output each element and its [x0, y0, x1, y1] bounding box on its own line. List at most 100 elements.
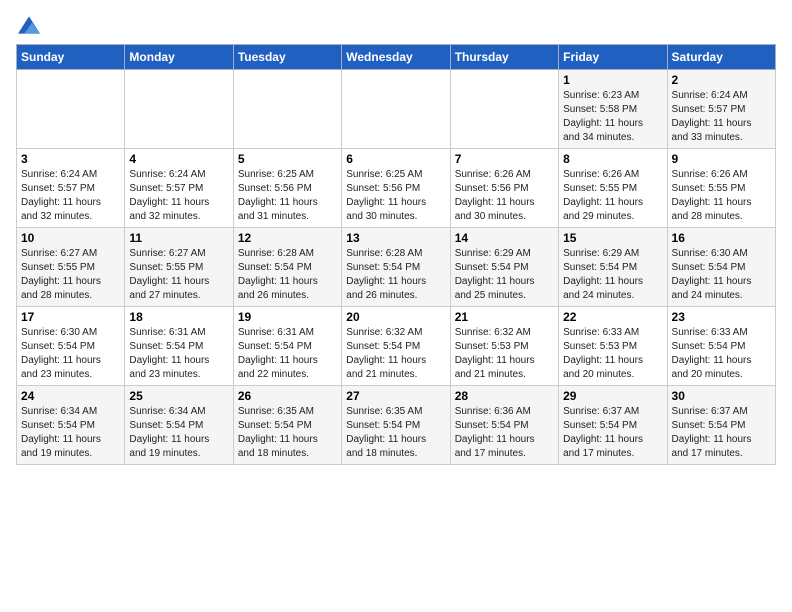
calendar-cell: 7 Sunrise: 6:26 AM Sunset: 5:56 PM Daylig…: [450, 149, 558, 228]
calendar-cell: [233, 70, 341, 149]
calendar-cell: 8 Sunrise: 6:26 AM Sunset: 5:55 PM Daylig…: [559, 149, 667, 228]
calendar-cell: 19Sunrise: 6:31 AM Sunset: 5:54 PM Dayli…: [233, 307, 341, 386]
weekday-header-monday: Monday: [125, 45, 233, 70]
calendar-header: SundayMondayTuesdayWednesdayThursdayFrid…: [17, 45, 776, 70]
day-info: Sunrise: 6:27 AM Sunset: 5:55 PM Dayligh…: [129, 247, 228, 303]
calendar-cell: 6Sunrise: 6:25 AM Sunset: 5:56 PM Daylig…: [342, 149, 450, 228]
day-info: Sunrise: 6:28 AM Sunset: 5:54 PM Dayligh…: [238, 247, 337, 303]
day-number: 26: [238, 389, 337, 403]
calendar-cell: 14 Sunrise: 6:29 AM Sunset: 5:54 PM Dayli…: [450, 228, 558, 307]
day-number: 8: [563, 152, 662, 166]
day-info: Sunrise: 6:34 AM Sunset: 5:54 PM Dayligh…: [21, 405, 120, 461]
calendar-cell: 1 Sunrise: 6:23 AM Sunset: 5:58 PM Daylig…: [559, 70, 667, 149]
calendar-cell: [17, 70, 125, 149]
day-info: Sunrise: 6:29 AM Sunset: 5:54 PM Dayligh…: [455, 247, 554, 303]
calendar-cell: 20Sunrise: 6:32 AM Sunset: 5:54 PM Dayli…: [342, 307, 450, 386]
calendar-cell: 24 Sunrise: 6:34 AM Sunset: 5:54 PM Dayli…: [17, 386, 125, 465]
day-info: Sunrise: 6:29 AM Sunset: 5:54 PM Dayligh…: [563, 247, 662, 303]
day-number: 18: [129, 310, 228, 324]
calendar-week-1: 1 Sunrise: 6:23 AM Sunset: 5:58 PM Daylig…: [17, 70, 776, 149]
day-number: 17: [21, 310, 120, 324]
weekday-header-friday: Friday: [559, 45, 667, 70]
calendar-cell: 22Sunrise: 6:33 AM Sunset: 5:53 PM Dayli…: [559, 307, 667, 386]
calendar-cell: 28 Sunrise: 6:36 AM Sunset: 5:54 PM Dayli…: [450, 386, 558, 465]
logo-icon: [18, 16, 40, 34]
day-number: 29: [563, 389, 662, 403]
weekday-header-wednesday: Wednesday: [342, 45, 450, 70]
day-info: Sunrise: 6:26 AM Sunset: 5:55 PM Dayligh…: [563, 168, 662, 224]
day-info: Sunrise: 6:25 AM Sunset: 5:56 PM Dayligh…: [238, 168, 337, 224]
day-info: Sunrise: 6:24 AM Sunset: 5:57 PM Dayligh…: [21, 168, 120, 224]
day-number: 7: [455, 152, 554, 166]
day-info: Sunrise: 6:26 AM Sunset: 5:56 PM Dayligh…: [455, 168, 554, 224]
page: SundayMondayTuesdayWednesdayThursdayFrid…: [0, 0, 792, 475]
calendar-cell: 13 Sunrise: 6:28 AM Sunset: 5:54 PM Dayli…: [342, 228, 450, 307]
day-number: 28: [455, 389, 554, 403]
day-info: Sunrise: 6:24 AM Sunset: 5:57 PM Dayligh…: [672, 89, 771, 145]
day-info: Sunrise: 6:28 AM Sunset: 5:54 PM Dayligh…: [346, 247, 445, 303]
calendar-cell: 30 Sunrise: 6:37 AM Sunset: 5:54 PM Dayli…: [667, 386, 775, 465]
day-info: Sunrise: 6:34 AM Sunset: 5:54 PM Dayligh…: [129, 405, 228, 461]
day-info: Sunrise: 6:23 AM Sunset: 5:58 PM Dayligh…: [563, 89, 662, 145]
day-number: 9: [672, 152, 771, 166]
weekday-header-saturday: Saturday: [667, 45, 775, 70]
day-number: 19: [238, 310, 337, 324]
calendar: SundayMondayTuesdayWednesdayThursdayFrid…: [16, 44, 776, 465]
calendar-week-4: 17Sunrise: 6:30 AM Sunset: 5:54 PM Dayli…: [17, 307, 776, 386]
weekday-row: SundayMondayTuesdayWednesdayThursdayFrid…: [17, 45, 776, 70]
day-info: Sunrise: 6:31 AM Sunset: 5:54 PM Dayligh…: [129, 326, 228, 382]
day-info: Sunrise: 6:32 AM Sunset: 5:53 PM Dayligh…: [455, 326, 554, 382]
calendar-cell: 5Sunrise: 6:25 AM Sunset: 5:56 PM Daylig…: [233, 149, 341, 228]
weekday-header-thursday: Thursday: [450, 45, 558, 70]
calendar-body: 1 Sunrise: 6:23 AM Sunset: 5:58 PM Daylig…: [17, 70, 776, 465]
day-info: Sunrise: 6:37 AM Sunset: 5:54 PM Dayligh…: [672, 405, 771, 461]
day-info: Sunrise: 6:37 AM Sunset: 5:54 PM Dayligh…: [563, 405, 662, 461]
day-info: Sunrise: 6:33 AM Sunset: 5:53 PM Dayligh…: [563, 326, 662, 382]
calendar-week-5: 24 Sunrise: 6:34 AM Sunset: 5:54 PM Dayli…: [17, 386, 776, 465]
calendar-cell: [342, 70, 450, 149]
calendar-cell: 10 Sunrise: 6:27 AM Sunset: 5:55 PM Dayli…: [17, 228, 125, 307]
day-number: 1: [563, 73, 662, 87]
day-number: 10: [21, 231, 120, 245]
day-info: Sunrise: 6:26 AM Sunset: 5:55 PM Dayligh…: [672, 168, 771, 224]
calendar-cell: 17Sunrise: 6:30 AM Sunset: 5:54 PM Dayli…: [17, 307, 125, 386]
calendar-week-2: 3Sunrise: 6:24 AM Sunset: 5:57 PM Daylig…: [17, 149, 776, 228]
calendar-cell: [125, 70, 233, 149]
day-number: 16: [672, 231, 771, 245]
day-info: Sunrise: 6:30 AM Sunset: 5:54 PM Dayligh…: [672, 247, 771, 303]
calendar-cell: 29 Sunrise: 6:37 AM Sunset: 5:54 PM Dayli…: [559, 386, 667, 465]
calendar-cell: 3Sunrise: 6:24 AM Sunset: 5:57 PM Daylig…: [17, 149, 125, 228]
day-number: 11: [129, 231, 228, 245]
header: [16, 16, 776, 34]
calendar-cell: 21 Sunrise: 6:32 AM Sunset: 5:53 PM Dayli…: [450, 307, 558, 386]
day-number: 27: [346, 389, 445, 403]
day-number: 6: [346, 152, 445, 166]
day-number: 24: [21, 389, 120, 403]
day-info: Sunrise: 6:35 AM Sunset: 5:54 PM Dayligh…: [346, 405, 445, 461]
calendar-cell: 11 Sunrise: 6:27 AM Sunset: 5:55 PM Dayli…: [125, 228, 233, 307]
day-info: Sunrise: 6:35 AM Sunset: 5:54 PM Dayligh…: [238, 405, 337, 461]
day-number: 12: [238, 231, 337, 245]
day-number: 4: [129, 152, 228, 166]
day-info: Sunrise: 6:24 AM Sunset: 5:57 PM Dayligh…: [129, 168, 228, 224]
day-info: Sunrise: 6:33 AM Sunset: 5:54 PM Dayligh…: [672, 326, 771, 382]
day-number: 20: [346, 310, 445, 324]
logo: [16, 16, 40, 34]
day-number: 2: [672, 73, 771, 87]
day-number: 30: [672, 389, 771, 403]
calendar-cell: 23 Sunrise: 6:33 AM Sunset: 5:54 PM Dayli…: [667, 307, 775, 386]
calendar-week-3: 10 Sunrise: 6:27 AM Sunset: 5:55 PM Dayli…: [17, 228, 776, 307]
day-number: 25: [129, 389, 228, 403]
day-info: Sunrise: 6:27 AM Sunset: 5:55 PM Dayligh…: [21, 247, 120, 303]
day-info: Sunrise: 6:36 AM Sunset: 5:54 PM Dayligh…: [455, 405, 554, 461]
day-number: 21: [455, 310, 554, 324]
calendar-cell: 12 Sunrise: 6:28 AM Sunset: 5:54 PM Dayli…: [233, 228, 341, 307]
calendar-cell: 27 Sunrise: 6:35 AM Sunset: 5:54 PM Dayli…: [342, 386, 450, 465]
day-number: 23: [672, 310, 771, 324]
day-number: 13: [346, 231, 445, 245]
weekday-header-tuesday: Tuesday: [233, 45, 341, 70]
calendar-cell: 9 Sunrise: 6:26 AM Sunset: 5:55 PM Daylig…: [667, 149, 775, 228]
weekday-header-sunday: Sunday: [17, 45, 125, 70]
logo-area: [16, 16, 40, 34]
day-number: 14: [455, 231, 554, 245]
